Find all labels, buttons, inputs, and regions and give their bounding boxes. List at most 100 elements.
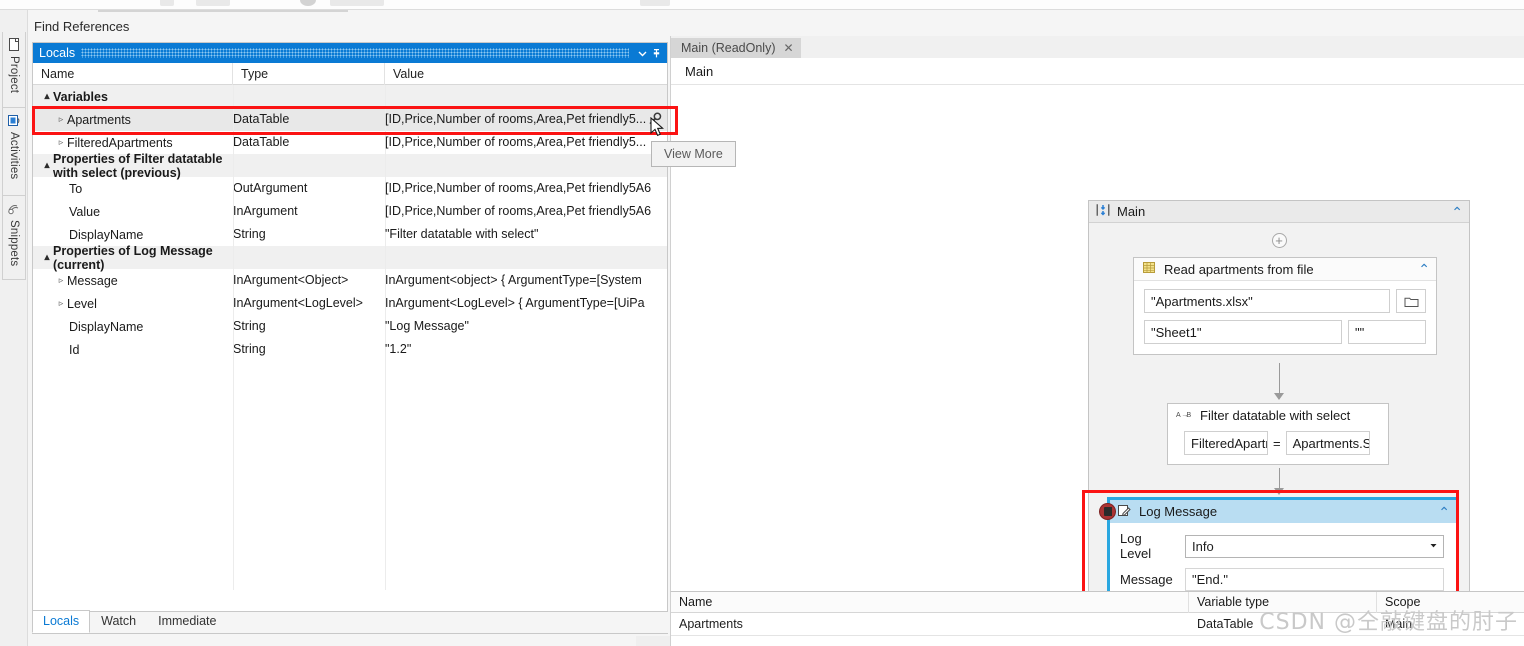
locals-group-row[interactable]: ▴ Properties of Filter datatable with sel…	[33, 152, 667, 180]
connector-arrow	[1274, 393, 1284, 400]
assign-row: FilteredApartment: = Apartments.Select(	[1168, 427, 1388, 464]
activity-header: Read apartments from file ⌃	[1134, 258, 1436, 281]
column-header-value[interactable]: Value	[385, 63, 667, 85]
locals-cell-type: DataTable	[233, 112, 290, 126]
toolbar-icon-ghost	[160, 0, 174, 6]
variable-name: Apartments	[679, 616, 743, 631]
folder-icon[interactable]	[1396, 289, 1426, 313]
locals-grid-header: Name Type Value	[33, 62, 667, 85]
column-header-type[interactable]: Type	[233, 62, 385, 85]
sheet-name-field[interactable]: "Sheet1"	[1144, 320, 1342, 344]
locals-cell-type	[233, 85, 385, 108]
chevron-expand-icon[interactable]: ▹	[55, 275, 67, 286]
assign-left-field[interactable]: FilteredApartment:	[1184, 431, 1268, 455]
locals-name-label: DisplayName	[69, 319, 144, 334]
locals-name-label: Level	[67, 296, 97, 311]
locals-cell-value: "Filter datatable with select"	[385, 223, 667, 246]
rail-tab-activities[interactable]: Activities	[2, 108, 26, 196]
chevron-expand-icon[interactable]: ▹	[55, 137, 67, 148]
column-header-name[interactable]: Name	[33, 62, 233, 85]
chevron-up-icon[interactable]: ⌃	[1451, 205, 1463, 219]
locals-variable-row[interactable]: ▹ Level InArgument<LogLevel> InArgument<Log…	[33, 292, 667, 315]
locals-name-label: Variables	[53, 89, 108, 104]
locals-value-label: "1.2"	[385, 342, 412, 356]
locals-variable-row[interactable]: ▹ Apartments DataTable [ID,Price,Number of …	[33, 108, 667, 131]
range-field[interactable]: ""	[1348, 320, 1426, 344]
log-message-icon	[1117, 503, 1132, 521]
message-input[interactable]: "End."	[1185, 568, 1444, 591]
activity-log-message[interactable]: Log Message ⌃ Log Level Info Message "En…	[1099, 497, 1459, 591]
locals-cell-type: InArgument<Object>	[233, 273, 349, 287]
close-icon[interactable]: ✕	[783, 41, 793, 55]
sequence-main[interactable]: Main ⌃ + Read apartments from file ⌃ "Ap…	[1088, 200, 1470, 591]
rail-tab-snippets[interactable]: Snippets	[2, 196, 26, 280]
locals-tab-watch[interactable]: Watch	[90, 610, 147, 633]
chevron-up-icon[interactable]: ⌃	[1418, 262, 1430, 276]
chevron-up-icon[interactable]: ⌃	[1438, 505, 1450, 519]
activity-read-apartments-from-file[interactable]: Read apartments from file ⌃ "Apartments.…	[1133, 257, 1437, 355]
locals-value-label: "Log Message"	[385, 319, 469, 333]
locals-cell-type	[233, 246, 385, 269]
locals-variable-row[interactable]: To OutArgument [ID,Price,Number of rooms,A…	[33, 177, 667, 200]
toolbar-icon-ghost	[196, 0, 230, 6]
locals-cell-value: [ID,Price,Number of rooms,Area,Pet frien…	[385, 108, 667, 131]
panel-drag-grip[interactable]	[81, 48, 629, 58]
toolbar-icon-ghost	[330, 0, 384, 6]
locals-tab-locals[interactable]: Locals	[32, 610, 91, 633]
snippets-icon	[7, 201, 22, 216]
locals-variable-row[interactable]: Id String "1.2"	[33, 338, 667, 361]
locals-value-label: [ID,Price,Number of rooms,Area,Pet frien…	[385, 181, 652, 195]
locals-cell-name: ▴ Properties of Log Message (current)	[33, 243, 233, 272]
assign-icon: A → B	[1176, 408, 1192, 423]
assign-right-field[interactable]: Apartments.Select(	[1285, 431, 1370, 455]
locals-group-row[interactable]: ▴ Properties of Log Message (current)	[33, 243, 667, 272]
locals-cell-name: ▴ Variables	[33, 85, 233, 108]
locals-group-row[interactable]: ▴ Variables	[33, 85, 667, 108]
breakpoint-icon[interactable]	[1099, 503, 1116, 520]
locals-cell-name: ▹ Level	[33, 292, 233, 315]
locals-cell-type: String	[233, 227, 266, 241]
view-more-icon[interactable]	[647, 111, 663, 127]
pin-icon[interactable]	[649, 46, 663, 60]
left-dock-rail: Project Activities Snippets	[0, 10, 28, 646]
plus-icon[interactable]: +	[1271, 233, 1287, 248]
locals-cell-value: InArgument<object> { ArgumentType=[Syste…	[385, 269, 667, 292]
chevron-collapse-icon[interactable]: ▴	[41, 252, 53, 263]
horizontal-scrollbar[interactable]	[636, 636, 670, 646]
locals-cell-name: To	[33, 177, 233, 200]
log-level-combo[interactable]: Info	[1185, 534, 1444, 558]
tooltip-label: View More	[664, 147, 723, 161]
rail-tab-project[interactable]: Project	[2, 32, 26, 108]
chevron-collapse-icon[interactable]: ▴	[41, 160, 53, 171]
watermark: CSDN @仝敲键盘的肘子	[1259, 610, 1518, 635]
assign-operator: =	[1273, 435, 1281, 451]
toolbar-strip	[0, 0, 1524, 10]
locals-cell-type: DataTable	[233, 135, 290, 149]
chevron-down-icon[interactable]	[1428, 539, 1439, 554]
locals-tab-immediate[interactable]: Immediate	[147, 610, 227, 633]
activity-filter-datatable-with-select[interactable]: A → B Filter datatable with select Filte…	[1167, 403, 1389, 465]
locals-variable-row[interactable]: Value InArgument [ID,Price,Number of rooms…	[33, 200, 667, 223]
locals-name-label: Properties of Log Message (current)	[53, 243, 213, 272]
document-tab-main[interactable]: Main (ReadOnly) ✕	[671, 38, 801, 58]
locals-cell-type	[233, 154, 385, 177]
chevron-expand-icon[interactable]: ▹	[55, 114, 67, 125]
workbook-path-field[interactable]: "Apartments.xlsx"	[1144, 289, 1390, 313]
locals-cell-type: String	[233, 319, 266, 333]
locals-panel-title: Locals	[39, 46, 76, 60]
column-header-name[interactable]: Name	[671, 591, 1189, 613]
connector-arrow	[1274, 488, 1284, 495]
chevron-down-icon[interactable]	[635, 46, 649, 60]
activity-title: Log Message	[1139, 504, 1218, 519]
chevron-expand-icon[interactable]: ▹	[55, 298, 67, 309]
locals-variable-row[interactable]: DisplayName String "Log Message"	[33, 315, 667, 338]
find-references-header[interactable]: Find References	[28, 12, 668, 40]
designer-canvas[interactable]: Main ⌃ + Read apartments from file ⌃ "Ap…	[671, 85, 1524, 591]
find-references-label: Find References	[34, 18, 130, 34]
locals-cell-type: OutArgument	[233, 181, 308, 195]
activity-header: A → B Filter datatable with select	[1168, 404, 1388, 427]
locals-variable-row[interactable]: ▹ Message InArgument<Object> InArgument<obj…	[33, 269, 667, 292]
sequence-main-header: Main ⌃	[1089, 201, 1469, 223]
chevron-collapse-icon[interactable]: ▴	[41, 91, 53, 102]
locals-cell-value: "Log Message"	[385, 315, 667, 338]
